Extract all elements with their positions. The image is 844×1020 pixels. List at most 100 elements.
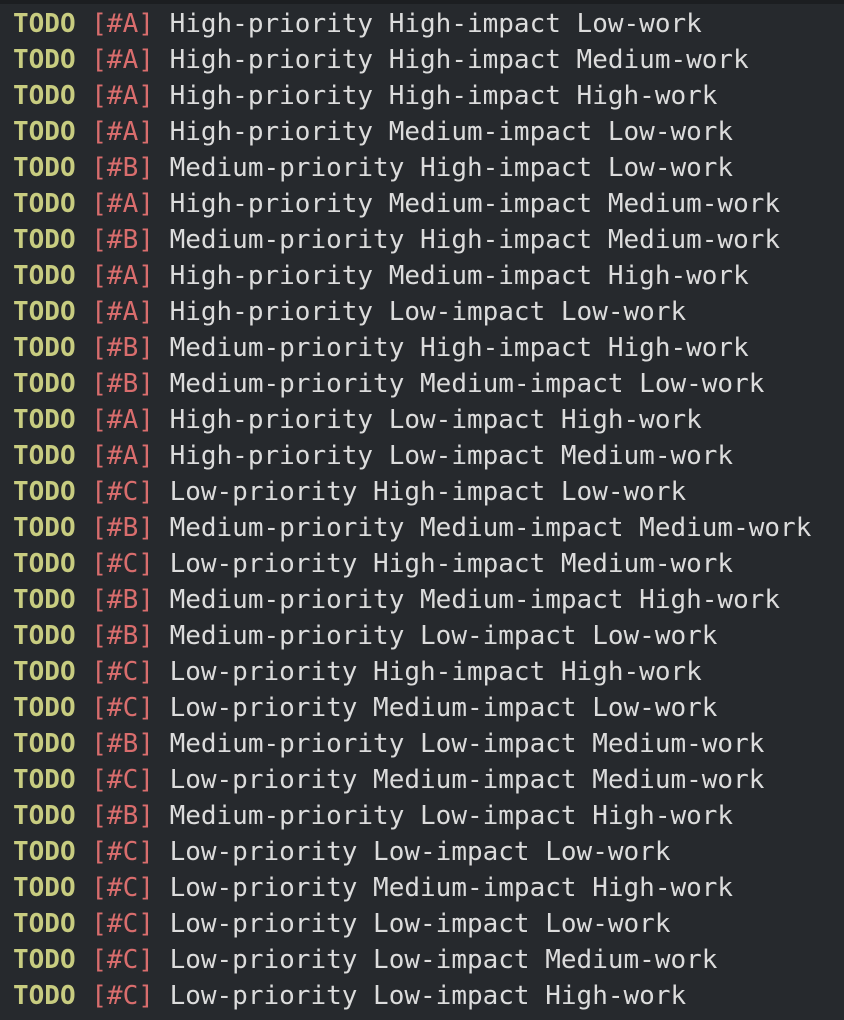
priority-cookie[interactable]: [#C] (91, 765, 154, 795)
priority-cookie[interactable]: [#A] (91, 405, 154, 435)
todo-headline[interactable]: TODO [#B] Medium-priority Medium-impact … (13, 582, 844, 618)
priority-cookie[interactable]: [#A] (91, 81, 154, 111)
todo-keyword[interactable]: TODO (13, 585, 76, 615)
priority-cookie[interactable]: [#B] (91, 801, 154, 831)
todo-headline[interactable]: TODO [#C] Low-priority Medium-impact Hig… (13, 870, 844, 906)
todo-title: Low-priority Low-impact Medium-work (169, 945, 718, 975)
priority-cookie[interactable]: [#C] (91, 477, 154, 507)
priority-cookie[interactable]: [#B] (91, 621, 154, 651)
todo-keyword[interactable]: TODO (13, 477, 76, 507)
todo-keyword[interactable]: TODO (13, 441, 76, 471)
todo-keyword[interactable]: TODO (13, 945, 76, 975)
todo-keyword[interactable]: TODO (13, 261, 76, 291)
todo-headline[interactable]: TODO [#A] High-priority Medium-impact Me… (13, 186, 844, 222)
priority-cookie[interactable]: [#C] (91, 981, 154, 1011)
todo-title: High-priority Low-impact High-work (169, 405, 702, 435)
todo-headline[interactable]: TODO [#C] Low-priority High-impact High-… (13, 654, 844, 690)
todo-keyword[interactable]: TODO (13, 765, 76, 795)
todo-headline[interactable]: TODO [#B] Medium-priority Medium-impact … (13, 366, 844, 402)
todo-keyword[interactable]: TODO (13, 621, 76, 651)
priority-cookie[interactable]: [#C] (91, 909, 154, 939)
priority-cookie[interactable]: [#B] (91, 153, 154, 183)
todo-keyword[interactable]: TODO (13, 837, 76, 867)
todo-keyword[interactable]: TODO (13, 45, 76, 75)
todo-title: Medium-priority Medium-impact Low-work (169, 369, 765, 399)
todo-title: Medium-priority High-impact Medium-work (169, 225, 781, 255)
todo-keyword[interactable]: TODO (13, 513, 76, 543)
todo-title: Low-priority Low-impact Low-work (169, 909, 671, 939)
todo-keyword[interactable]: TODO (13, 801, 76, 831)
todo-keyword[interactable]: TODO (13, 405, 76, 435)
todo-headline[interactable]: TODO [#A] High-priority Low-impact High-… (13, 402, 844, 438)
todo-headline[interactable]: TODO [#C] Low-priority Low-impact Medium… (13, 942, 844, 978)
todo-headline[interactable]: TODO [#C] Low-priority Medium-impact Low… (13, 690, 844, 726)
todo-keyword[interactable]: TODO (13, 9, 76, 39)
todo-headline[interactable]: TODO [#B] Medium-priority High-impact Hi… (13, 330, 844, 366)
todo-headline[interactable]: TODO [#B] Medium-priority Low-impact Hig… (13, 798, 844, 834)
priority-cookie[interactable]: [#C] (91, 657, 154, 687)
priority-cookie[interactable]: [#A] (91, 261, 154, 291)
todo-headline[interactable]: TODO [#B] Medium-priority Low-impact Med… (13, 726, 844, 762)
todo-title: Low-priority High-impact Low-work (169, 477, 687, 507)
priority-cookie[interactable]: [#A] (91, 297, 154, 327)
todo-keyword[interactable]: TODO (13, 153, 76, 183)
priority-cookie[interactable]: [#A] (91, 45, 154, 75)
todo-headline[interactable]: TODO [#A] High-priority Medium-impact Lo… (13, 114, 844, 150)
todo-keyword[interactable]: TODO (13, 225, 76, 255)
todo-title: Medium-priority Low-impact Medium-work (169, 729, 765, 759)
priority-cookie[interactable]: [#B] (91, 729, 154, 759)
todo-title: High-priority Medium-impact High-work (169, 261, 749, 291)
todo-title: High-priority Low-impact Low-work (169, 297, 687, 327)
todo-headline[interactable]: TODO [#A] High-priority High-impact High… (13, 78, 844, 114)
todo-keyword[interactable]: TODO (13, 81, 76, 111)
todo-headline[interactable]: TODO [#A] High-priority High-impact Medi… (13, 42, 844, 78)
priority-cookie[interactable]: [#A] (91, 117, 154, 147)
todo-title: High-priority High-impact Medium-work (169, 45, 749, 75)
todo-headline[interactable]: TODO [#A] High-priority High-impact Low-… (13, 6, 844, 42)
todo-keyword[interactable]: TODO (13, 189, 76, 219)
todo-title: Medium-priority Medium-impact High-work (169, 585, 781, 615)
priority-cookie[interactable]: [#C] (91, 549, 154, 579)
todo-headline[interactable]: TODO [#B] Medium-priority Medium-impact … (13, 510, 844, 546)
todo-keyword[interactable]: TODO (13, 657, 76, 687)
priority-cookie[interactable]: [#C] (91, 693, 154, 723)
todo-title: Low-priority Low-impact High-work (169, 981, 687, 1011)
todo-headline[interactable]: TODO [#C] Low-priority Low-impact Low-wo… (13, 906, 844, 942)
todo-keyword[interactable]: TODO (13, 873, 76, 903)
todo-headline[interactable]: TODO [#A] High-priority Low-impact Mediu… (13, 438, 844, 474)
todo-headline[interactable]: TODO [#B] Medium-priority High-impact Lo… (13, 150, 844, 186)
todo-headline[interactable]: TODO [#C] Low-priority Low-impact Low-wo… (13, 834, 844, 870)
todo-headline[interactable]: TODO [#C] Low-priority High-impact Mediu… (13, 546, 844, 582)
priority-cookie[interactable]: [#A] (91, 9, 154, 39)
priority-cookie[interactable]: [#C] (91, 873, 154, 903)
priority-cookie[interactable]: [#B] (91, 585, 154, 615)
todo-title: Medium-priority Low-impact High-work (169, 801, 734, 831)
todo-keyword[interactable]: TODO (13, 981, 76, 1011)
todo-keyword[interactable]: TODO (13, 693, 76, 723)
todo-title: Low-priority Medium-impact High-work (169, 873, 734, 903)
priority-cookie[interactable]: [#B] (91, 225, 154, 255)
priority-cookie[interactable]: [#A] (91, 441, 154, 471)
todo-keyword[interactable]: TODO (13, 369, 76, 399)
todo-headline[interactable]: TODO [#C] Low-priority Medium-impact Med… (13, 762, 844, 798)
todo-title: High-priority Medium-impact Low-work (169, 117, 734, 147)
todo-headline[interactable]: TODO [#C] Low-priority High-impact Low-w… (13, 474, 844, 510)
todo-headline[interactable]: TODO [#B] Medium-priority Low-impact Low… (13, 618, 844, 654)
todo-keyword[interactable]: TODO (13, 549, 76, 579)
todo-headline[interactable]: TODO [#A] High-priority Medium-impact Hi… (13, 258, 844, 294)
todo-keyword[interactable]: TODO (13, 909, 76, 939)
priority-cookie[interactable]: [#B] (91, 333, 154, 363)
org-todo-buffer[interactable]: TODO [#A] High-priority High-impact Low-… (13, 6, 844, 1014)
todo-keyword[interactable]: TODO (13, 297, 76, 327)
todo-keyword[interactable]: TODO (13, 333, 76, 363)
todo-headline[interactable]: TODO [#B] Medium-priority High-impact Me… (13, 222, 844, 258)
priority-cookie[interactable]: [#A] (91, 189, 154, 219)
priority-cookie[interactable]: [#C] (91, 945, 154, 975)
todo-headline[interactable]: TODO [#A] High-priority Low-impact Low-w… (13, 294, 844, 330)
todo-keyword[interactable]: TODO (13, 117, 76, 147)
priority-cookie[interactable]: [#B] (91, 369, 154, 399)
priority-cookie[interactable]: [#B] (91, 513, 154, 543)
todo-headline[interactable]: TODO [#C] Low-priority Low-impact High-w… (13, 978, 844, 1014)
priority-cookie[interactable]: [#C] (91, 837, 154, 867)
todo-keyword[interactable]: TODO (13, 729, 76, 759)
